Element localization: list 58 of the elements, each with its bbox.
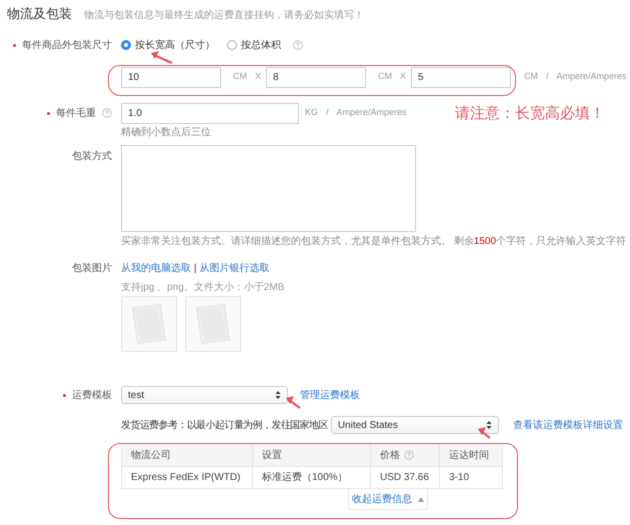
field-label: 每件毛重 (56, 106, 96, 120)
separator-label: | (194, 262, 197, 276)
annotation-arrow (478, 427, 491, 439)
updown-caret-icon (486, 420, 492, 430)
separator-label: X (255, 70, 262, 84)
table-cell: 标准运费（100%） (253, 467, 371, 488)
dimension-input[interactable]: 8 (266, 66, 366, 88)
radio-button[interactable] (121, 40, 131, 50)
section-subtitle: 物流与包装信息与最终生成的运费直接挂钩，请务必如实填写！ (84, 8, 364, 23)
packaging-textarea[interactable] (121, 145, 416, 232)
country-select[interactable]: United States (330, 416, 499, 434)
upload-link[interactable]: 从图片银行选取 (200, 260, 270, 276)
separator-label: / (546, 70, 549, 84)
help-icon[interactable] (404, 450, 414, 460)
table-cell: Express FedEx IP(WTD) (122, 467, 253, 488)
image-placeholder[interactable] (121, 296, 177, 352)
image-placeholder[interactable] (185, 296, 241, 352)
upload-link[interactable]: 从我的电脑选取 (121, 260, 191, 276)
template-select[interactable]: test (121, 386, 288, 404)
radio-option[interactable]: 按长宽高（尺寸） (121, 38, 215, 52)
field-label: 每件商品外包装尺寸 (22, 38, 112, 52)
separator-label: X (400, 70, 406, 84)
updown-caret-icon (275, 390, 281, 400)
field-label: 包装方式 (72, 150, 112, 164)
unit-label: CM (524, 70, 538, 84)
field-label: 发货运费参考：以最小起订量为例，发往国家地区 (121, 418, 328, 432)
help-icon[interactable] (102, 108, 112, 118)
unit-label: Ampere/Amperes (556, 70, 627, 84)
column-header: 物流公司 (131, 448, 171, 462)
help-icon[interactable] (293, 40, 303, 50)
hint-text: 精确到小数点后三位 (120, 126, 212, 140)
section-title: 物流及包装 (7, 5, 72, 23)
up-caret-icon (418, 496, 424, 502)
column-header: 价格 (380, 448, 400, 462)
separator-label: / (326, 106, 329, 120)
unit-label: CM (378, 70, 392, 84)
table-cell: USD 37.66 (371, 467, 440, 488)
unit-label: CM (233, 70, 247, 84)
hint-text: 支持jpg 、png。文件大小：小于2MB (120, 280, 286, 295)
collapse-button[interactable]: 收起运费信息 (348, 489, 428, 510)
table-cell-text: 3-10 (448, 471, 470, 485)
radio-option[interactable]: 按总体积 (227, 38, 281, 52)
unit-label: KG (305, 106, 318, 120)
hint-text: 买家非常关注包装方式。请详细描述您的包装方式，尤其是单件包装方式。 剩余1500个字符，只允许输入英文字符 (120, 234, 628, 249)
field-label: 运费模板 (72, 388, 112, 402)
dimension-input[interactable]: 5 (411, 66, 511, 88)
annotation-arrow (286, 396, 301, 409)
radio-button[interactable] (227, 40, 237, 50)
field-label: 包装图片 (72, 262, 112, 276)
annotation-arrow (151, 51, 172, 64)
column-header: 设置 (262, 448, 282, 462)
details-link[interactable]: 查看该运费模板详细设置 (512, 418, 623, 432)
unit-label: Ampere/Amperes (336, 106, 407, 120)
column-header: 运达时间 (449, 448, 489, 462)
manage-link[interactable]: 管理运费模板 (300, 388, 360, 402)
annotation-note: 请注意：长宽高必填！ (455, 104, 605, 124)
weight-input[interactable]: 1.0 (121, 102, 299, 124)
dimension-input[interactable]: 10 (121, 66, 221, 88)
